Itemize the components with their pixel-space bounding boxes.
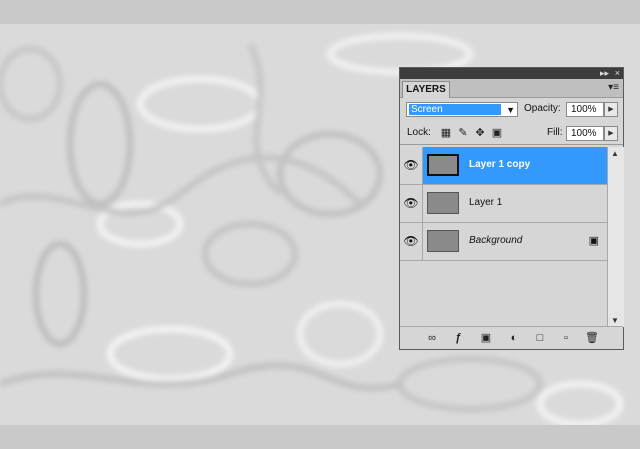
layer-thumbnail [427,192,459,214]
lock-label: Lock: [407,127,431,138]
eye-icon[interactable]: 👁 [400,223,423,260]
fill-arrow-icon[interactable]: ▶ [604,126,618,141]
lock-transparent-icon[interactable]: ▦ [440,127,452,139]
layer-main[interactable]: Layer 1 copy [423,147,607,184]
double-chevron-right-icon[interactable]: ▸▸ [600,68,609,79]
layer-main[interactable]: Layer 1 [423,185,607,222]
adjustment-layer-icon[interactable]: ◐ [506,331,522,345]
fill-field[interactable]: 100% [566,126,604,141]
panel-tab-row: LAYERS ▾≡ [400,79,623,98]
lock-fill-row: Lock: ▦ ✎ ✥ ▣ Fill: 100% ▶ [400,122,623,145]
scroll-up-icon[interactable]: ▲ [611,149,619,158]
lock-paint-icon[interactable]: ✎ [457,127,469,139]
lock-all-icon[interactable]: ▣ [491,127,503,139]
opacity-label: Opacity: [524,103,561,114]
layers-scrollbar[interactable]: ▲ ▼ [607,147,624,327]
layers-list: 👁 Layer 1 copy 👁 Layer 1 👁 Background ▣ [400,147,607,327]
fx-icon[interactable]: ƒ [450,331,466,345]
lock-move-icon[interactable]: ✥ [474,127,486,139]
trash-icon[interactable]: 🗑 [584,331,600,345]
add-mask-icon[interactable]: ▣ [478,331,494,345]
layer-row[interactable]: 👁 Layer 1 copy [400,147,607,185]
panel-menu-icon[interactable]: ▾≡ [608,82,619,93]
layer-name: Background [469,235,523,246]
layer-thumbnail [427,230,459,252]
panel-footer: ∞ ƒ ▣ ◐ □ ▫ 🗑 [400,326,623,349]
layer-main[interactable]: Background ▣ [423,223,607,260]
blend-opacity-row: Screen ▼ Opacity: 100% ▶ [400,98,623,122]
blend-mode-select[interactable]: Screen ▼ [406,102,518,117]
layer-name: Layer 1 copy [469,159,531,170]
close-icon[interactable]: × [615,68,620,79]
layers-panel: ▸▸ × LAYERS ▾≡ Screen ▼ Opacity: 100% ▶ … [399,67,624,350]
eye-icon[interactable]: 👁 [400,147,423,184]
layer-name: Layer 1 [469,197,503,208]
lock-icon: ▣ [588,235,599,247]
chevron-down-icon[interactable]: ▼ [506,103,515,117]
opacity-arrow-icon[interactable]: ▶ [604,102,618,117]
eye-icon[interactable]: 👁 [400,185,423,222]
layer-thumbnail [427,154,459,176]
blend-mode-value: Screen [409,104,501,115]
scroll-down-icon[interactable]: ▼ [611,316,619,325]
fill-label: Fill: [547,127,563,138]
opacity-field[interactable]: 100% [566,102,604,117]
layer-row[interactable]: 👁 Background ▣ [400,223,607,261]
bottom-strip [0,425,640,449]
layer-row[interactable]: 👁 Layer 1 [400,185,607,223]
panel-titlebar[interactable]: ▸▸ × [400,68,623,79]
new-layer-icon[interactable]: ▫ [558,331,574,345]
link-layers-icon[interactable]: ∞ [424,331,440,345]
new-group-icon[interactable]: □ [532,331,548,345]
tab-layers[interactable]: LAYERS [402,81,450,98]
